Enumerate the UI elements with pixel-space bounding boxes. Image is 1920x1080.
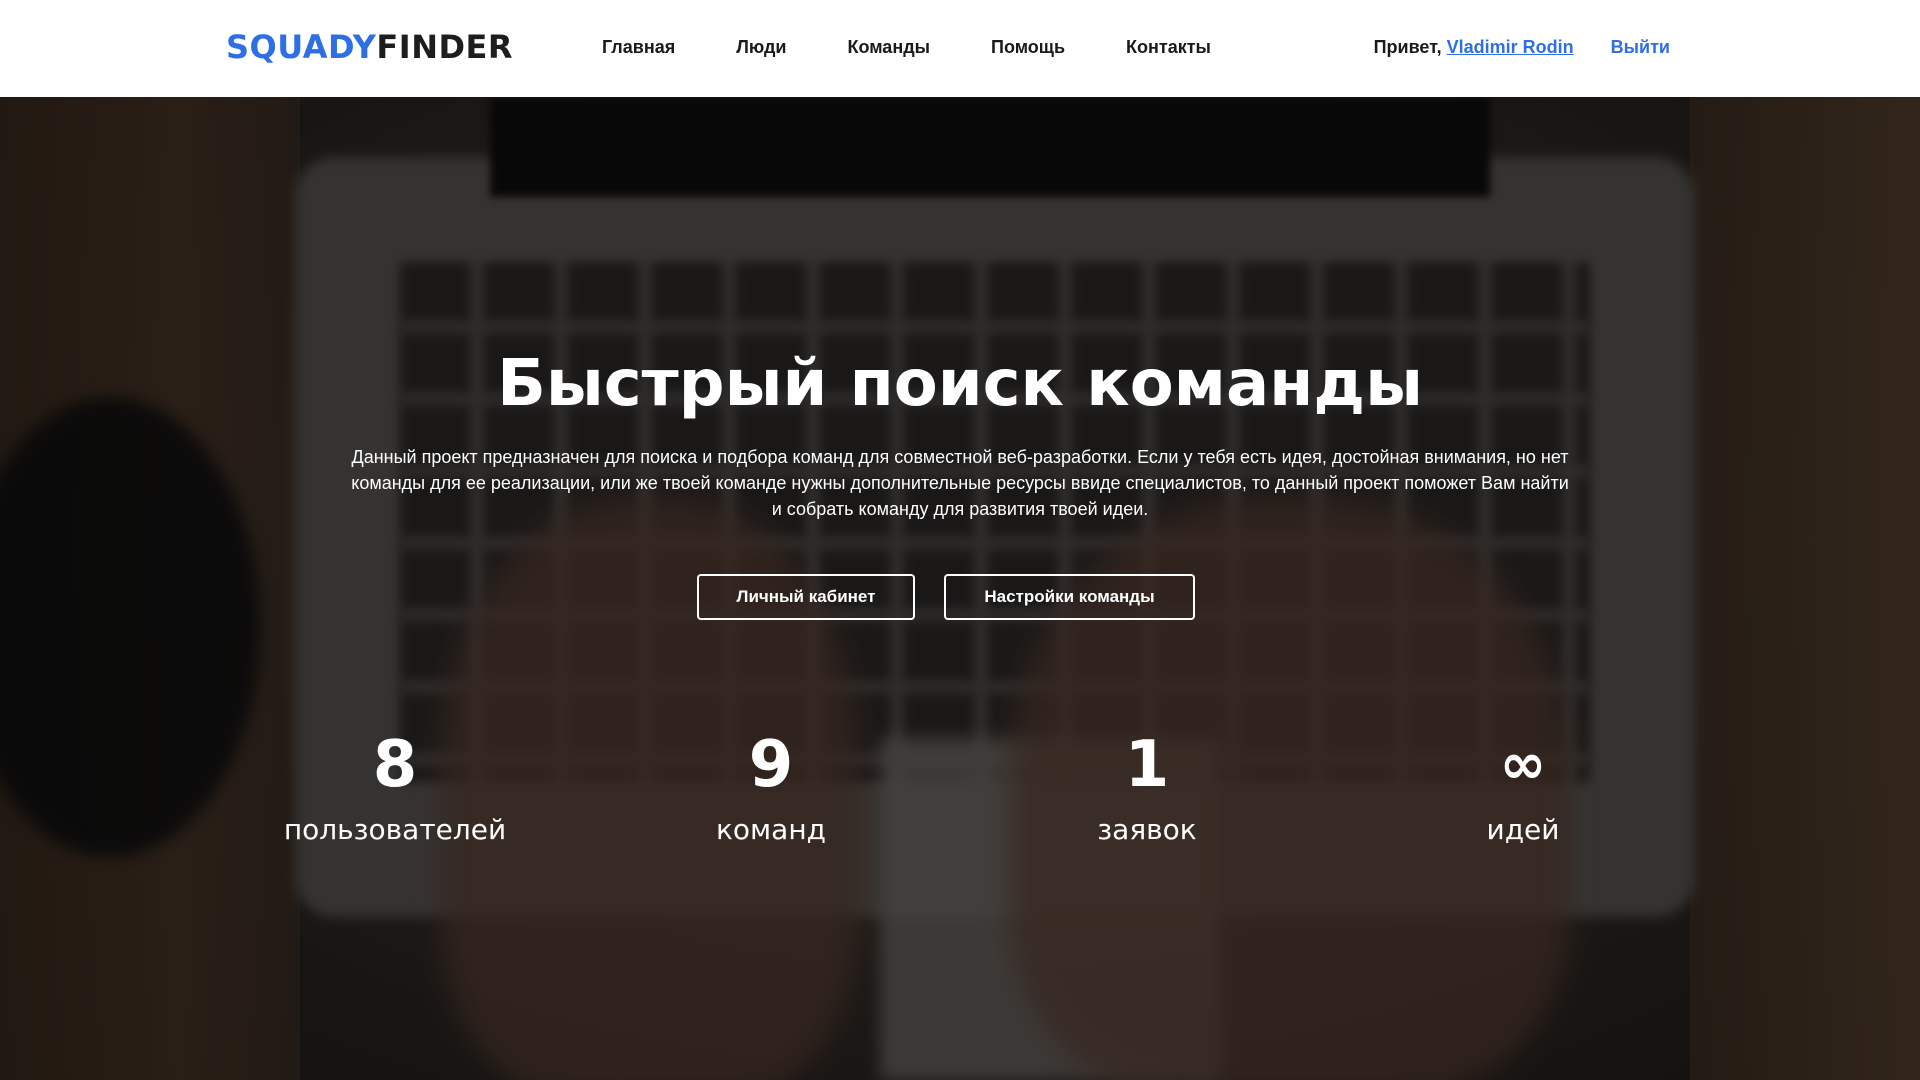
logo-part-squady: SQUADY (226, 28, 377, 66)
stat-users-label: пользователей (283, 813, 507, 846)
stat-teams-value: 9 (748, 728, 794, 802)
stat-requests: 1 заявок (997, 725, 1297, 847)
infinity-icon: ∞ (1499, 732, 1547, 797)
hero-description: Данный проект предназначен для поиска и … (351, 447, 1569, 519)
greeting-text: Привет, (1373, 37, 1442, 57)
personal-cabinet-button[interactable]: Личный кабинет (697, 574, 915, 620)
stat-teams: 9 команд (621, 725, 921, 847)
user-area: Привет, Vladimir Rodin Выйти (1374, 36, 1670, 58)
site-header: SQUADYFINDER Главная Люди Команды Помощь… (0, 0, 1920, 97)
hero-title: Быстрый поиск команды (497, 347, 1423, 421)
nav-help[interactable]: Помощь (991, 36, 1065, 58)
team-settings-button[interactable]: Настройки команды (944, 574, 1195, 620)
stat-users-value: 8 (372, 728, 418, 802)
stat-requests-value: 1 (1124, 728, 1170, 802)
stat-users: 8 пользователей (245, 725, 545, 847)
nav-home[interactable]: Главная (602, 36, 675, 58)
logo-part-finder: FINDER (376, 28, 514, 66)
logout-link[interactable]: Выйти (1611, 36, 1670, 58)
stat-requests-label: заявок (1097, 813, 1197, 846)
main-nav: Главная Люди Команды Помощь Контакты (602, 36, 1272, 58)
logo[interactable]: SQUADYFINDER (226, 28, 513, 66)
stat-ideas-label: идей (1486, 813, 1560, 846)
stat-teams-label: команд (716, 813, 826, 846)
nav-people[interactable]: Люди (736, 36, 786, 58)
user-profile-link[interactable]: Vladimir Rodin (1447, 36, 1574, 58)
nav-teams[interactable]: Команды (847, 36, 930, 58)
hero-section: Быстрый поиск команды Данный проект пред… (0, 97, 1920, 1080)
nav-contacts[interactable]: Контакты (1126, 36, 1211, 58)
stat-ideas: ∞ идей (1373, 725, 1673, 847)
